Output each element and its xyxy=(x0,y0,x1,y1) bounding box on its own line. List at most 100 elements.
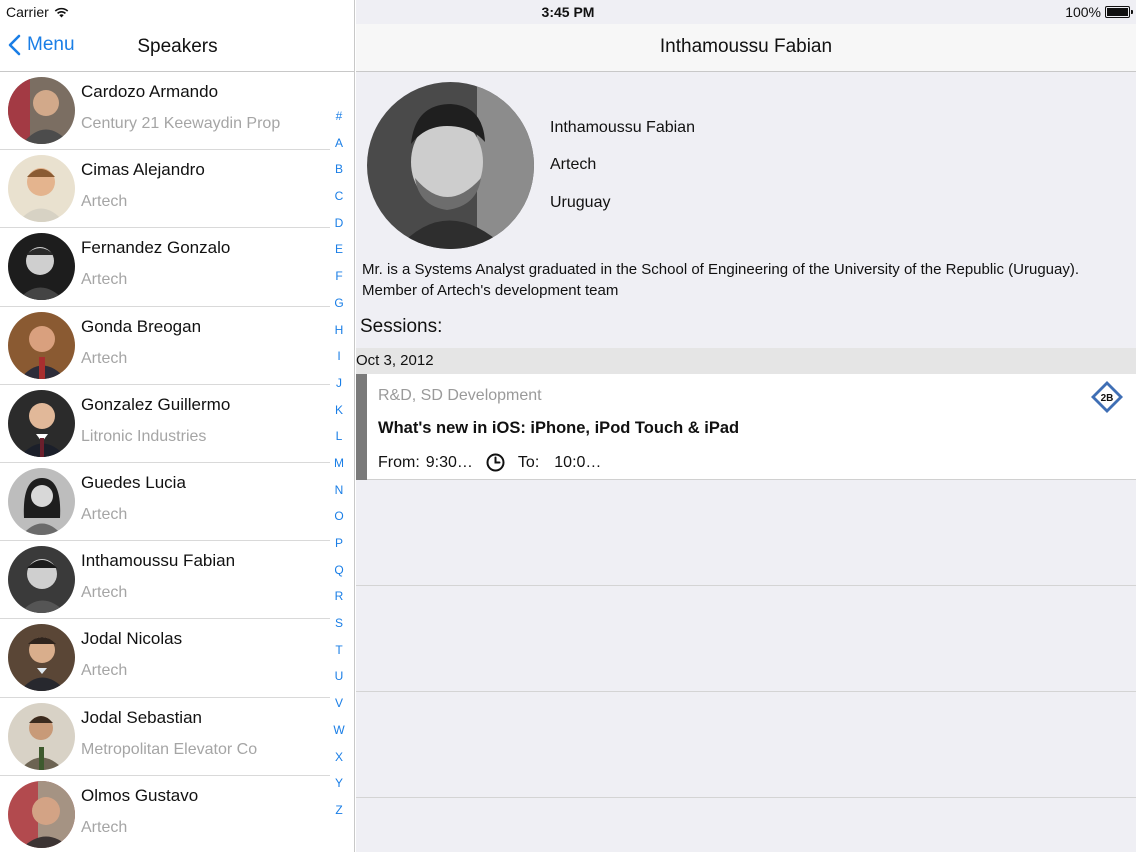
speaker-company: Metropolitan Elevator Co xyxy=(81,740,258,758)
speaker-detail-pane: Inthamoussu Fabian Inthamoussu Fabian Ar… xyxy=(356,0,1136,852)
to-time: 10:0… xyxy=(554,453,602,471)
to-label: To: xyxy=(517,453,540,471)
speaker-name: Gonzalez Guillermo xyxy=(81,394,231,414)
index-letter[interactable]: T xyxy=(330,637,348,664)
avatar xyxy=(8,467,75,535)
speaker-name: Guedes Lucia xyxy=(81,472,186,492)
speaker-name: Jodal Sebastian xyxy=(81,707,202,727)
index-letter[interactable]: V xyxy=(330,690,348,717)
speaker-row[interactable]: Fernandez Gonzalo Artech xyxy=(0,228,330,307)
speakers-title: Speakers xyxy=(137,36,218,57)
index-letter[interactable]: D xyxy=(330,210,348,237)
speaker-list: Cardozo Armando Century 21 Keewaydin Pro… xyxy=(0,72,330,852)
index-letter[interactable]: C xyxy=(330,183,348,210)
avatar xyxy=(8,155,75,223)
speaker-country: Uruguay xyxy=(550,194,611,211)
speaker-company: Century 21 Keewaydin Prop xyxy=(81,115,281,132)
index-letter[interactable]: E xyxy=(330,236,348,263)
avatar xyxy=(8,311,75,379)
speaker-name: Cardozo Armando xyxy=(81,82,219,101)
index-letter[interactable]: O xyxy=(330,503,348,530)
speaker-company: Litronic Industries xyxy=(81,427,207,445)
divider xyxy=(356,691,1136,692)
index-letter[interactable]: I xyxy=(330,343,348,370)
index-letter[interactable]: N xyxy=(330,477,348,504)
speaker-company: Artech xyxy=(550,156,597,173)
session-track: R&D, SD Development xyxy=(378,387,542,404)
speaker-company: Artech xyxy=(81,818,128,836)
session-date-header: Oct 3, 2012 xyxy=(356,348,1136,374)
clock: 3:45 PM xyxy=(541,4,595,20)
index-letter[interactable]: A xyxy=(330,130,348,157)
avatar xyxy=(8,780,75,848)
detail-navbar: Inthamoussu Fabian xyxy=(356,24,1136,72)
clock-icon xyxy=(486,453,505,472)
from-time: 9:30… xyxy=(425,453,473,471)
index-letter[interactable]: W xyxy=(330,717,348,744)
index-letter[interactable]: J xyxy=(330,370,348,397)
index-letter[interactable]: K xyxy=(330,397,348,424)
avatar xyxy=(8,624,75,692)
speaker-row[interactable]: Gonda Breogan Artech xyxy=(0,307,330,385)
speaker-name: Fernandez Gonzalo xyxy=(81,238,231,258)
divider xyxy=(356,797,1136,798)
divider xyxy=(356,585,1136,586)
index-letter[interactable]: Q xyxy=(330,557,348,584)
avatar xyxy=(8,233,75,301)
detail-title: Inthamoussu Fabian xyxy=(659,36,833,57)
index-letter[interactable]: S xyxy=(330,610,348,637)
speaker-row[interactable]: Jodal Sebastian Metropolitan Elevator Co xyxy=(0,698,330,776)
index-letter[interactable]: R xyxy=(330,583,348,610)
speaker-row[interactable]: Cardozo Armando Century 21 Keewaydin Pro… xyxy=(0,72,330,151)
room-label: 2B xyxy=(1101,393,1114,404)
speaker-company: Artech xyxy=(81,193,128,211)
from-label: From: xyxy=(378,453,420,471)
session-title: What's new in iOS: iPhone, iPod Touch & … xyxy=(378,419,740,437)
index-letter[interactable]: Z xyxy=(330,797,348,824)
index-letter[interactable]: Y xyxy=(330,770,348,797)
sessions-heading: Sessions: xyxy=(360,316,443,337)
avatar xyxy=(8,702,75,770)
battery-indicator: 100% xyxy=(1065,4,1133,20)
speaker-row[interactable]: Inthamoussu Fabian Artech xyxy=(0,541,330,620)
speaker-company: Artech xyxy=(81,349,128,367)
index-letter[interactable]: L xyxy=(330,423,348,450)
index-letter[interactable]: X xyxy=(330,744,348,771)
session-color-bar xyxy=(356,374,367,480)
speaker-row[interactable]: Jodal Nicolas Artech xyxy=(0,619,330,698)
speaker-name: Olmos Gustavo xyxy=(81,785,199,805)
session-row[interactable]: R&D, SD Development What's new in iOS: i… xyxy=(356,374,1136,480)
speakers-navbar: Menu Speakers xyxy=(0,24,355,72)
speaker-row[interactable]: Guedes Lucia Artech xyxy=(0,463,330,542)
index-letter[interactable]: P xyxy=(330,530,348,557)
speakers-pane: Menu Speakers Cardozo Armando Century 21… xyxy=(0,0,355,852)
speaker-company: Artech xyxy=(81,505,128,523)
index-letter[interactable]: G xyxy=(330,290,348,317)
speaker-company: Artech xyxy=(81,584,128,602)
avatar xyxy=(8,389,75,457)
index-letter[interactable]: # xyxy=(330,103,348,130)
speaker-name: Inthamoussu Fabian xyxy=(550,119,695,136)
status-bar: Carrier 3:45 PM 100% xyxy=(0,0,1136,24)
speaker-name: Gonda Breogan xyxy=(81,316,202,336)
index-letter[interactable]: B xyxy=(330,156,348,183)
alphabet-index[interactable]: # A B C D E F G H I J K L M N O P Q R S … xyxy=(330,103,348,824)
index-letter[interactable]: H xyxy=(330,317,348,344)
speaker-name: Cimas Alejandro xyxy=(81,160,205,180)
index-letter[interactable]: M xyxy=(330,450,348,477)
speaker-row[interactable]: Gonzalez Guillermo Litronic Industries xyxy=(0,385,330,463)
session-times: From: 9:30… To: 10:0… xyxy=(378,453,601,472)
speaker-name: Inthamoussu Fabian xyxy=(81,551,236,571)
speaker-company: Artech xyxy=(81,662,128,680)
index-letter[interactable]: U xyxy=(330,663,348,690)
speaker-photo xyxy=(367,82,534,249)
room-badge: 2B xyxy=(1090,380,1124,414)
speaker-company: Artech xyxy=(81,271,128,289)
avatar xyxy=(8,546,75,614)
speaker-name: Jodal Nicolas xyxy=(81,629,183,649)
speaker-row[interactable]: Olmos Gustavo Artech xyxy=(0,776,330,852)
battery-percent: 100% xyxy=(1065,4,1101,20)
index-letter[interactable]: F xyxy=(330,263,348,290)
speaker-row[interactable]: Cimas Alejandro Artech xyxy=(0,150,330,229)
battery-icon xyxy=(1105,6,1133,18)
